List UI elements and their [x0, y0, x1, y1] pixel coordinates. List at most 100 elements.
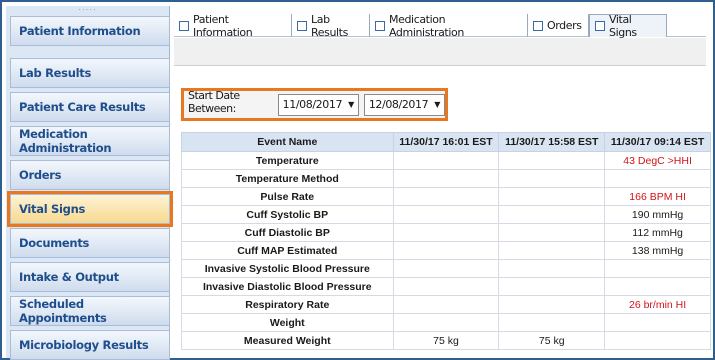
cell-value	[498, 259, 606, 278]
column-header-date[interactable]: 11/30/17 16:01 EST	[392, 132, 500, 152]
table-row[interactable]: Cuff Diastolic BP 112 mmHg	[181, 223, 711, 242]
page-icon	[595, 21, 605, 31]
cell-value	[498, 223, 606, 242]
table-row[interactable]: Invasive Diastolic Blood Pressure	[181, 277, 711, 296]
column-header-event-name[interactable]: Event Name	[181, 132, 394, 152]
column-header-date[interactable]: 11/30/17 15:58 EST	[498, 132, 606, 152]
cell-value	[498, 313, 606, 332]
sidebar-item-microbiology-results[interactable]: Microbiology Results	[10, 330, 170, 360]
cell-value	[392, 295, 500, 314]
table-row[interactable]: Temperature Method	[181, 169, 711, 188]
sidebar-item-label: Orders	[19, 168, 62, 182]
event-name: Invasive Diastolic Blood Pressure	[181, 277, 394, 296]
column-header-date[interactable]: 11/30/17 09:14 EST	[604, 132, 711, 152]
event-name: Cuff Diastolic BP	[181, 223, 394, 242]
cell-value	[604, 259, 711, 278]
sidebar-item-scheduled-appointments[interactable]: Scheduled Appointments	[10, 296, 170, 326]
tab-lab-results[interactable]: Lab Results	[292, 12, 370, 39]
sidebar-grip[interactable]: ·····	[6, 6, 169, 16]
cell-value	[498, 241, 606, 260]
tab-label: Lab Results	[311, 12, 348, 39]
page-icon	[375, 20, 385, 31]
page-icon	[179, 20, 189, 31]
chevron-down-icon[interactable]: ▼	[434, 100, 440, 109]
tab-medication-administration[interactable]: Medication Administration	[370, 12, 528, 39]
sidebar-item-patient-information[interactable]: Patient Information	[10, 16, 170, 46]
event-name: Respiratory Rate	[181, 295, 394, 314]
table-row[interactable]: Respiratory Rate 26 br/min HI	[181, 295, 711, 314]
tab-label: Medication Administration	[389, 12, 464, 39]
table-row[interactable]: Cuff Systolic BP 190 mmHg	[181, 205, 711, 224]
vital-signs-table: Event Name 11/30/17 16:01 EST 11/30/17 1…	[181, 132, 711, 350]
sidebar-item-orders[interactable]: Orders	[10, 160, 170, 190]
cell-value: 75 kg	[498, 331, 606, 350]
sidebar-item-label: Lab Results	[19, 66, 91, 80]
event-name: Measured Weight	[181, 331, 394, 350]
start-date-select[interactable]: 11/08/2017 ▼	[277, 93, 359, 116]
sidebar-item-label: Patient Information	[19, 24, 141, 38]
event-name: Weight	[181, 313, 394, 332]
sidebar-item-label: Patient Care Results	[19, 100, 146, 114]
tab-label: Patient Information	[193, 12, 253, 39]
event-name: Invasive Systolic Blood Pressure	[181, 259, 394, 278]
cell-value	[604, 277, 711, 296]
end-date-select[interactable]: 12/08/2017 ▼	[363, 93, 445, 116]
tab-orders[interactable]: Orders	[528, 14, 589, 37]
cell-value	[604, 169, 711, 188]
cell-value-abnormal: 43 DegC >HHI	[604, 151, 711, 170]
page-icon	[297, 20, 307, 31]
sidebar-item-patient-care-results[interactable]: Patient Care Results	[10, 92, 170, 122]
cell-value	[392, 205, 500, 224]
cell-value	[604, 331, 711, 350]
content-toolbar	[174, 38, 706, 66]
cell-value	[498, 277, 606, 296]
table-row[interactable]: Weight	[181, 313, 711, 332]
cell-value	[498, 187, 606, 206]
sidebar-item-label: Scheduled Appointments	[19, 297, 107, 325]
event-name: Pulse Rate	[181, 187, 394, 206]
cell-value: 138 mmHg	[604, 241, 711, 260]
sidebar-item-label: Medication Administration	[19, 127, 112, 155]
cell-value	[392, 277, 500, 296]
tab-bar: Patient Information Lab Results Medicati…	[174, 12, 706, 39]
end-date-value: 12/08/2017	[368, 98, 429, 111]
cell-value	[392, 241, 500, 260]
cell-value	[498, 295, 606, 314]
cell-value	[392, 169, 500, 188]
table-row[interactable]: Invasive Systolic Blood Pressure	[181, 259, 711, 278]
sidebar-item-documents[interactable]: Documents	[10, 228, 170, 258]
event-name: Cuff Systolic BP	[181, 205, 394, 224]
event-name: Temperature	[181, 151, 394, 170]
cell-value	[392, 259, 500, 278]
sidebar-item-intake-output[interactable]: Intake & Output	[10, 262, 170, 292]
chevron-down-icon[interactable]: ▼	[348, 100, 354, 109]
cell-value: 190 mmHg	[604, 205, 711, 224]
date-filter: Start Date Between: 11/08/2017 ▼ 12/08/2…	[181, 88, 448, 121]
table-row[interactable]: Cuff MAP Estimated 138 mmHg	[181, 241, 711, 260]
cell-value: 112 mmHg	[604, 223, 711, 242]
sidebar-item-vital-signs[interactable]: Vital Signs	[7, 191, 173, 227]
cell-value	[392, 187, 500, 206]
cell-value	[604, 313, 711, 332]
cell-value: 75 kg	[392, 331, 500, 350]
cell-value	[498, 151, 606, 170]
table-row[interactable]: Temperature 43 DegC >HHI	[181, 151, 711, 170]
cell-value	[498, 205, 606, 224]
cell-value	[392, 313, 500, 332]
app-window: ····· Patient Information Lab Results Pa…	[0, 0, 715, 360]
tab-patient-information[interactable]: Patient Information	[174, 12, 292, 39]
date-filter-label: Start Date Between:	[188, 88, 240, 115]
cell-value-abnormal: 166 BPM HI	[604, 187, 711, 206]
cell-value-abnormal: 26 br/min HI	[604, 295, 711, 314]
event-name: Cuff MAP Estimated	[181, 241, 394, 260]
tab-vital-signs[interactable]: Vital Signs	[589, 13, 667, 39]
table-row[interactable]: Pulse Rate 166 BPM HI	[181, 187, 711, 206]
sidebar-item-medication-administration[interactable]: Medication Administration	[10, 126, 170, 156]
cell-value	[498, 169, 606, 188]
sidebar-item-lab-results[interactable]: Lab Results	[10, 58, 170, 88]
table-row[interactable]: Measured Weight 75 kg 75 kg	[181, 331, 711, 350]
sidebar-item-label: Intake & Output	[19, 270, 119, 284]
tab-label: Orders	[547, 19, 582, 32]
cell-value	[392, 151, 500, 170]
sidebar-item-label: Documents	[19, 236, 90, 250]
